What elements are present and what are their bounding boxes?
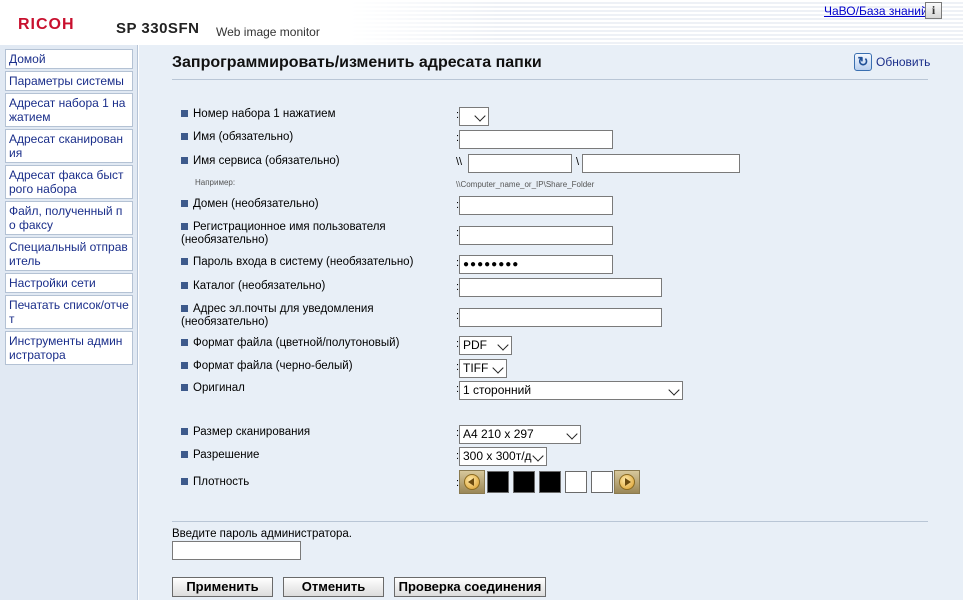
bullet-icon: [181, 428, 188, 435]
title-divider: [172, 79, 928, 80]
chevron-down-icon: [532, 450, 544, 462]
density-decrease-button[interactable]: [459, 470, 485, 494]
password-input[interactable]: ●●●●●●●●: [459, 255, 613, 274]
test-connection-button[interactable]: Проверка соединения: [394, 577, 546, 597]
main-content: Запрограммировать/изменить адресата папк…: [139, 45, 963, 600]
example-value: \\Computer_name_or_IP\Share_Folder: [456, 180, 595, 189]
info-icon[interactable]: i: [925, 2, 942, 19]
page-title: Запрограммировать/изменить адресата папк…: [172, 54, 542, 71]
density-level-box: [539, 471, 561, 493]
bullet-icon: [181, 223, 188, 230]
density-level-box: [513, 471, 535, 493]
arrow-right-glyph: [625, 478, 631, 486]
bullet-icon: [181, 478, 188, 485]
name-label: Имя (обязательно): [181, 131, 293, 144]
density-label: Плотность: [181, 476, 249, 489]
domain-label: Домен (необязательно): [181, 198, 319, 211]
chevron-down-icon: [497, 339, 509, 351]
admin-password-input[interactable]: [172, 541, 301, 560]
original-label: Оригинал: [181, 382, 245, 395]
faq-link[interactable]: ЧаВО/База знаний: [824, 4, 928, 18]
bullet-icon: [181, 258, 188, 265]
sidebar-item-home[interactable]: Домой: [5, 49, 133, 69]
catalog-input[interactable]: [459, 278, 662, 297]
bullet-icon: [181, 451, 188, 458]
sidebar-item-speed-dial-fax[interactable]: Адресат факса быстрого набора: [5, 165, 133, 199]
sidebar-item-system-settings[interactable]: Параметры системы: [5, 71, 133, 91]
chevron-down-icon: [668, 384, 680, 396]
password-label: Пароль входа в систему (необязательно): [181, 256, 413, 269]
service-host-input[interactable]: [468, 154, 572, 173]
quick-dial-label: Номер набора 1 нажатием: [181, 108, 335, 121]
username-label-optional: (необязательно): [181, 234, 269, 246]
service-name-label: Имя сервиса (обязательно): [181, 155, 340, 168]
scan-size-select[interactable]: A4 210 x 297: [459, 425, 581, 444]
scan-size-label: Размер сканирования: [181, 426, 310, 439]
sidebar-item-network-settings[interactable]: Настройки сети: [5, 273, 133, 293]
sidebar: Домой Параметры системы Адресат набора 1…: [0, 45, 138, 600]
sidebar-item-special-sender[interactable]: Специальный отправитель: [5, 237, 133, 271]
density-level-box: [591, 471, 613, 493]
ricoh-logo: RICOH: [18, 16, 75, 33]
sidebar-item-scan-destination[interactable]: Адресат сканирования: [5, 129, 133, 163]
email-label-optional: (необязательно): [181, 316, 269, 328]
color-format-select[interactable]: PDF: [459, 336, 512, 355]
sidebar-item-print-list[interactable]: Печатать список/отчет: [5, 295, 133, 329]
model-name: SP 330SFN: [116, 20, 200, 37]
bullet-icon: [181, 384, 188, 391]
bw-format-label: Формат файла (черно-белый): [181, 360, 353, 373]
quick-dial-select[interactable]: [459, 107, 489, 126]
email-input[interactable]: [459, 308, 662, 327]
name-input[interactable]: [459, 130, 613, 149]
form-divider: [172, 521, 928, 522]
arrow-left-glyph: [468, 478, 474, 486]
bullet-icon: [181, 282, 188, 289]
bullet-icon: [181, 305, 188, 312]
refresh-button[interactable]: ↻ Обновить: [854, 53, 930, 71]
chevron-down-icon: [474, 110, 486, 122]
bullet-icon: [181, 339, 188, 346]
example-label: Например:: [195, 178, 236, 187]
resolution-label: Разрешение: [181, 449, 259, 462]
chevron-down-icon: [492, 362, 504, 374]
username-label: Регистрационное имя пользователя: [181, 221, 386, 234]
sidebar-item-quick-dial[interactable]: Адресат набора 1 нажатием: [5, 93, 133, 127]
bullet-icon: [181, 362, 188, 369]
catalog-label: Каталог (необязательно): [181, 280, 325, 293]
density-level-box: [565, 471, 587, 493]
resolution-select[interactable]: 300 x 300т/д: [459, 447, 547, 466]
sidebar-item-admin-tools[interactable]: Инструменты администратора: [5, 331, 133, 365]
bw-format-select[interactable]: TIFF: [459, 359, 507, 378]
service-separator: \: [576, 156, 580, 168]
bullet-icon: [181, 110, 188, 117]
sidebar-item-received-fax[interactable]: Файл, полученный по факсу: [5, 201, 133, 235]
color-format-label: Формат файла (цветной/полутоновый): [181, 337, 399, 350]
username-input[interactable]: [459, 226, 613, 245]
chevron-down-icon: [566, 428, 578, 440]
cancel-button[interactable]: Отменить: [283, 577, 384, 597]
service-share-input[interactable]: [582, 154, 740, 173]
refresh-icon: ↻: [854, 53, 872, 71]
refresh-label: Обновить: [876, 55, 931, 69]
domain-input[interactable]: [459, 196, 613, 215]
bullet-icon: [181, 157, 188, 164]
app-subtitle: Web image monitor: [216, 25, 320, 39]
bullet-icon: [181, 133, 188, 140]
apply-button[interactable]: Применить: [172, 577, 273, 597]
admin-password-label: Введите пароль администратора.: [172, 528, 353, 540]
bullet-icon: [181, 200, 188, 207]
original-select[interactable]: 1 сторонний: [459, 381, 683, 400]
service-prefix: \\: [456, 156, 463, 168]
density-increase-button[interactable]: [614, 470, 640, 494]
email-label: Адрес эл.почты для уведомления: [181, 303, 374, 316]
header: RICOH SP 330SFN Web image monitor ЧаВО/Б…: [0, 0, 963, 45]
density-level-box: [487, 471, 509, 493]
